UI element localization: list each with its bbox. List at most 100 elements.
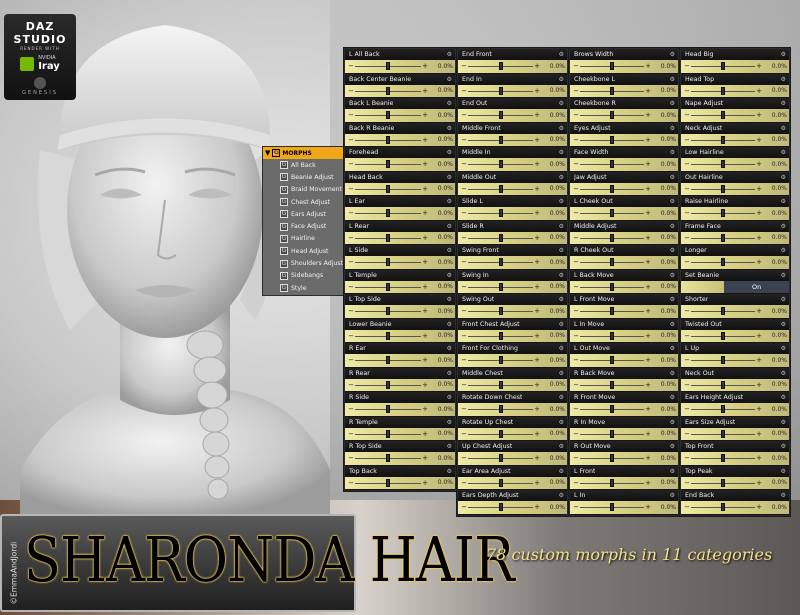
gear-icon[interactable]: ⚙: [781, 223, 786, 230]
tree-item[interactable]: G Beanie Adjust: [263, 171, 343, 183]
increment-button[interactable]: +: [533, 234, 541, 242]
slider-knob[interactable]: [498, 503, 503, 512]
decrement-button[interactable]: −: [460, 430, 468, 438]
slider-value[interactable]: 0.0%: [541, 210, 565, 217]
slider-knob[interactable]: [386, 258, 390, 267]
slider-track[interactable]: [580, 135, 644, 144]
decrement-button[interactable]: −: [683, 87, 691, 95]
slider-track[interactable]: [580, 111, 644, 120]
slider-value[interactable]: 0.0%: [429, 406, 453, 413]
morph-slider[interactable]: Top Peak ⚙ − +0.0%: [681, 465, 789, 490]
slider-knob[interactable]: [498, 62, 503, 71]
morph-slider[interactable]: R Out Move ⚙ − +0.0%: [570, 441, 678, 466]
slider-knob[interactable]: [610, 111, 614, 120]
morph-slider[interactable]: Ear Area Adjust ⚙ − +0.0%: [458, 465, 567, 490]
slider-knob[interactable]: [610, 160, 614, 169]
increment-button[interactable]: +: [755, 307, 763, 315]
increment-button[interactable]: +: [533, 136, 541, 144]
increment-button[interactable]: +: [533, 479, 541, 487]
slider-track[interactable]: [691, 86, 755, 95]
morph-slider[interactable]: Back R Beanie ⚙ − +0.0%: [345, 122, 455, 147]
increment-button[interactable]: +: [533, 87, 541, 95]
decrement-button[interactable]: −: [347, 136, 355, 144]
slider-knob[interactable]: [721, 331, 725, 340]
slider-value[interactable]: 0.0%: [429, 87, 453, 94]
slider-track[interactable]: [355, 380, 421, 389]
slider-value[interactable]: 0.0%: [652, 112, 676, 119]
gear-icon[interactable]: ⚙: [670, 247, 675, 254]
gear-icon[interactable]: ⚙: [781, 468, 786, 475]
increment-button[interactable]: +: [421, 430, 429, 438]
morph-slider[interactable]: Back L Beanie ⚙ − +0.0%: [345, 98, 455, 123]
slider-knob[interactable]: [721, 160, 725, 169]
slider-track[interactable]: [355, 454, 421, 463]
gear-icon[interactable]: ⚙: [559, 51, 564, 58]
increment-button[interactable]: +: [644, 87, 652, 95]
decrement-button[interactable]: −: [460, 503, 468, 511]
tree-item[interactable]: G Head Adjust: [263, 245, 343, 257]
slider-knob[interactable]: [610, 135, 614, 144]
decrement-button[interactable]: −: [572, 258, 580, 266]
decrement-button[interactable]: −: [347, 430, 355, 438]
decrement-button[interactable]: −: [572, 136, 580, 144]
morph-slider[interactable]: Rotate Up Chest ⚙ − +0.0%: [458, 416, 567, 441]
morph-slider[interactable]: R Side ⚙ − +0.0%: [345, 392, 455, 417]
morph-slider[interactable]: R Back Move ⚙ − +0.0%: [570, 367, 678, 392]
decrement-button[interactable]: −: [572, 234, 580, 242]
slider-value[interactable]: 0.0%: [763, 455, 787, 462]
increment-button[interactable]: +: [421, 87, 429, 95]
increment-button[interactable]: +: [644, 454, 652, 462]
slider-value[interactable]: 0.0%: [541, 455, 565, 462]
slider-track[interactable]: [468, 282, 533, 291]
slider-track[interactable]: [580, 233, 644, 242]
morph-slider[interactable]: Nape Adjust ⚙ − +0.0%: [681, 98, 789, 123]
slider-track[interactable]: [691, 405, 755, 414]
decrement-button[interactable]: −: [347, 479, 355, 487]
decrement-button[interactable]: −: [683, 62, 691, 70]
slider-value[interactable]: 0.0%: [652, 136, 676, 143]
slider-track[interactable]: [691, 331, 755, 340]
decrement-button[interactable]: −: [572, 356, 580, 364]
slider-value[interactable]: 0.0%: [763, 259, 787, 266]
slider-knob[interactable]: [498, 233, 503, 242]
decrement-button[interactable]: −: [683, 307, 691, 315]
decrement-button[interactable]: −: [572, 160, 580, 168]
decrement-button[interactable]: −: [347, 87, 355, 95]
slider-track[interactable]: [355, 184, 421, 193]
slider-track[interactable]: [691, 503, 755, 512]
morph-slider[interactable]: Top Back ⚙ − +0.0%: [345, 465, 455, 490]
gear-icon[interactable]: ⚙: [670, 198, 675, 205]
slider-knob[interactable]: [498, 454, 503, 463]
increment-button[interactable]: +: [755, 454, 763, 462]
slider-track[interactable]: [691, 209, 755, 218]
gear-icon[interactable]: ⚙: [559, 223, 564, 230]
slider-value[interactable]: 0.0%: [541, 430, 565, 437]
gear-icon[interactable]: ⚙: [670, 443, 675, 450]
increment-button[interactable]: +: [644, 332, 652, 340]
slider-track[interactable]: [355, 405, 421, 414]
increment-button[interactable]: +: [755, 430, 763, 438]
morph-slider[interactable]: Swing Out ⚙ − +0.0%: [458, 294, 567, 319]
slider-knob[interactable]: [386, 356, 390, 365]
slider-track[interactable]: [691, 356, 755, 365]
slider-track[interactable]: [580, 405, 644, 414]
slider-knob[interactable]: [610, 86, 614, 95]
slider-track[interactable]: [468, 405, 533, 414]
increment-button[interactable]: +: [644, 479, 652, 487]
slider-track[interactable]: [691, 429, 755, 438]
morph-slider[interactable]: R Front Move ⚙ − +0.0%: [570, 392, 678, 417]
slider-track[interactable]: [691, 258, 755, 267]
morph-slider[interactable]: L Back Move ⚙ − +0.0%: [570, 269, 678, 294]
slider-track[interactable]: [580, 86, 644, 95]
increment-button[interactable]: +: [421, 283, 429, 291]
slider-track[interactable]: [468, 503, 533, 512]
morph-slider[interactable]: L Front Move ⚙ − +0.0%: [570, 294, 678, 319]
slider-track[interactable]: [691, 184, 755, 193]
slider-track[interactable]: [355, 62, 421, 71]
decrement-button[interactable]: −: [347, 356, 355, 364]
increment-button[interactable]: +: [755, 503, 763, 511]
gear-icon[interactable]: ⚙: [447, 247, 452, 254]
gear-icon[interactable]: ⚙: [670, 370, 675, 377]
morph-slider[interactable]: L Ear ⚙ − +0.0%: [345, 196, 455, 221]
gear-icon[interactable]: ⚙: [559, 419, 564, 426]
